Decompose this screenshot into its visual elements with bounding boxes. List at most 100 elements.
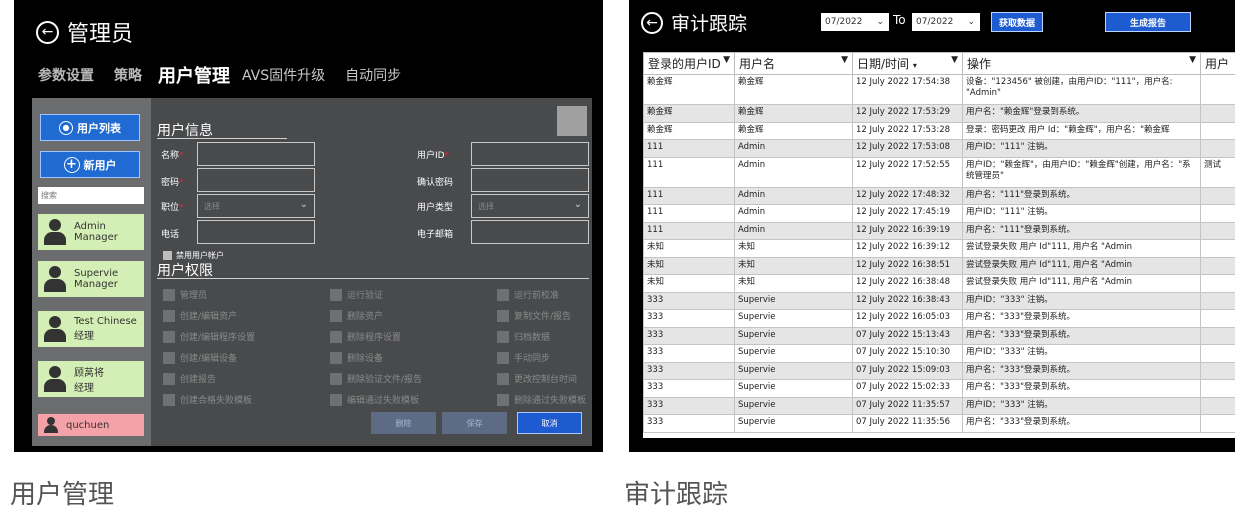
- permission-checkbox[interactable]: [163, 373, 175, 385]
- permission-item[interactable]: 创建/编辑资产: [163, 309, 237, 322]
- user-photo-placeholder[interactable]: [557, 106, 587, 136]
- new-user-button[interactable]: + 新用户: [40, 151, 140, 178]
- permission-checkbox[interactable]: [163, 394, 175, 406]
- disable-account-checkbox[interactable]: [163, 251, 172, 260]
- phone-input[interactable]: [197, 220, 315, 244]
- user-card-test-chinese[interactable]: Test Chinese 经理: [38, 311, 144, 347]
- user-card-4[interactable]: 顾莴将 经理: [38, 361, 144, 397]
- permission-item[interactable]: 手动同步: [497, 351, 550, 364]
- confirm-password-input[interactable]: [471, 168, 589, 192]
- back-arrow-icon[interactable]: ←: [641, 12, 663, 34]
- permission-item[interactable]: 删除设备: [330, 351, 383, 364]
- table-row[interactable]: 333Supervie07 July 2022 11:35:57用户ID："33…: [644, 397, 1235, 415]
- column-header-action[interactable]: 操作▼: [963, 53, 1201, 75]
- position-select[interactable]: 选择 ⌄: [197, 194, 315, 218]
- column-header-username[interactable]: 用户名▼: [735, 53, 853, 75]
- tab-user-management[interactable]: 用户管理: [158, 62, 230, 88]
- table-row[interactable]: 333Supervie07 July 2022 15:02:33用户名："333…: [644, 380, 1235, 398]
- tab-avs-firmware[interactable]: AVS固件升级: [242, 65, 325, 85]
- filter-icon[interactable]: ▼: [1189, 55, 1196, 65]
- permission-item[interactable]: 删除验证文件/报告: [330, 372, 422, 385]
- table-cell: Admin: [735, 157, 853, 187]
- table-cell: 用户ID："333" 注销。: [963, 397, 1201, 415]
- name-input[interactable]: [197, 142, 315, 166]
- permission-checkbox[interactable]: [497, 310, 509, 322]
- table-cell: [1201, 415, 1235, 433]
- permission-checkbox[interactable]: [330, 310, 342, 322]
- table-row[interactable]: 111Admin12 July 2022 17:53:08用户ID："111" …: [644, 140, 1235, 158]
- permission-checkbox[interactable]: [163, 352, 175, 364]
- back-arrow-icon[interactable]: ←: [36, 21, 59, 44]
- permission-item[interactable]: 删除程序设置: [330, 330, 401, 343]
- fetch-data-button[interactable]: 获取数据: [991, 12, 1043, 32]
- table-row[interactable]: 111Admin12 July 2022 17:52:55用户ID："赖金辉"，…: [644, 157, 1235, 187]
- user-card-quchuen[interactable]: quchuen: [38, 414, 144, 436]
- table-row[interactable]: 333Supervie12 July 2022 16:05:03用户名："333…: [644, 310, 1235, 328]
- generate-report-button[interactable]: 生成报告: [1105, 12, 1191, 32]
- permission-item[interactable]: 编辑通过失败模板: [330, 393, 419, 406]
- permission-checkbox[interactable]: [497, 331, 509, 343]
- table-row[interactable]: 赖金辉赖金辉12 July 2022 17:54:38设备："123456" 被…: [644, 75, 1235, 105]
- password-input[interactable]: [197, 168, 315, 192]
- permission-checkbox[interactable]: [163, 310, 175, 322]
- date-to-select[interactable]: 07/2022 ⌄: [912, 13, 980, 31]
- filter-icon[interactable]: ▼: [841, 55, 848, 65]
- table-row[interactable]: 333Supervie07 July 2022 15:10:30用户ID："33…: [644, 345, 1235, 363]
- permission-checkbox[interactable]: [497, 394, 509, 406]
- delete-button[interactable]: 删除: [371, 412, 436, 434]
- table-row[interactable]: 333Supervie07 July 2022 15:13:43用户名："333…: [644, 327, 1235, 345]
- filter-icon[interactable]: ▼: [723, 55, 730, 65]
- tab-auto-sync[interactable]: 自动同步: [345, 65, 401, 85]
- email-input[interactable]: [471, 220, 589, 244]
- permission-checkbox[interactable]: [330, 352, 342, 364]
- tab-parameter-settings[interactable]: 参数设置: [38, 65, 94, 85]
- table-row[interactable]: 333Supervie12 July 2022 16:38:43用户ID："33…: [644, 292, 1235, 310]
- permission-item[interactable]: 删除通过失败模板: [497, 393, 586, 406]
- user-type-select[interactable]: 选择 ⌄: [471, 194, 589, 218]
- permission-item[interactable]: 创建合格失败模板: [163, 393, 252, 406]
- permission-item[interactable]: 创建/编辑程序设置: [163, 330, 255, 343]
- permission-item[interactable]: 创建报告: [163, 372, 216, 385]
- table-row[interactable]: 未知未知12 July 2022 16:39:12尝试登录失败 用户 Id"11…: [644, 240, 1235, 258]
- user-card-admin[interactable]: Admin Manager: [38, 214, 144, 250]
- permission-item[interactable]: 更改控制台时间: [497, 372, 577, 385]
- save-button[interactable]: 保存: [442, 412, 507, 434]
- user-card-supervie[interactable]: Supervie Manager: [38, 261, 144, 297]
- permission-checkbox[interactable]: [497, 373, 509, 385]
- permission-checkbox[interactable]: [163, 289, 175, 301]
- permission-item[interactable]: 运行前校准: [497, 288, 559, 301]
- permission-checkbox[interactable]: [497, 289, 509, 301]
- table-cell: 12 July 2022 17:53:28: [853, 122, 963, 140]
- permission-checkbox[interactable]: [330, 373, 342, 385]
- permission-item[interactable]: 复制文件/报告: [497, 309, 571, 322]
- table-row[interactable]: 未知未知12 July 2022 16:38:51尝试登录失败 用户 Id"11…: [644, 257, 1235, 275]
- column-header-datetime[interactable]: 日期/时间 ▾▼: [853, 53, 963, 75]
- column-header-user[interactable]: 用户: [1201, 53, 1235, 75]
- permission-checkbox[interactable]: [497, 352, 509, 364]
- table-row[interactable]: 未知未知12 July 2022 16:38:48尝试登录失败 用户 Id"11…: [644, 275, 1235, 293]
- table-row[interactable]: 111Admin12 July 2022 17:48:32用户名："111"登录…: [644, 187, 1235, 205]
- table-row[interactable]: 赖金辉赖金辉12 July 2022 17:53:29用户名："赖金辉"登录到系…: [644, 105, 1235, 123]
- userid-input[interactable]: [471, 142, 589, 166]
- permission-item[interactable]: 创建/编辑设备: [163, 351, 237, 364]
- permission-item[interactable]: 管理员: [163, 288, 207, 301]
- permission-checkbox[interactable]: [330, 289, 342, 301]
- permission-checkbox[interactable]: [330, 331, 342, 343]
- user-search-input[interactable]: 搜索: [38, 187, 144, 204]
- column-header-login-id[interactable]: 登录的用户ID▼: [644, 53, 735, 75]
- table-row[interactable]: 333Supervie07 July 2022 11:35:56用户名："333…: [644, 415, 1235, 433]
- table-row[interactable]: 111Admin12 July 2022 16:39:19用户名："111"登录…: [644, 222, 1235, 240]
- tab-policy[interactable]: 策略: [114, 65, 142, 85]
- permission-checkbox[interactable]: [163, 331, 175, 343]
- filter-icon[interactable]: ▼: [951, 55, 958, 65]
- permission-item[interactable]: 归档数据: [497, 330, 550, 343]
- date-from-select[interactable]: 07/2022 ⌄: [821, 13, 889, 31]
- cancel-button[interactable]: 取消: [517, 412, 582, 434]
- table-row[interactable]: 333Supervie07 July 2022 15:09:03用户名："333…: [644, 362, 1235, 380]
- permission-item[interactable]: 运行验证: [330, 288, 383, 301]
- permission-checkbox[interactable]: [330, 394, 342, 406]
- permission-item[interactable]: 删除资产: [330, 309, 383, 322]
- table-row[interactable]: 赖金辉赖金辉12 July 2022 17:53:28登录：密码更改 用户 Id…: [644, 122, 1235, 140]
- user-list-button[interactable]: ● 用户列表: [40, 114, 140, 141]
- table-row[interactable]: 111Admin12 July 2022 17:45:19用户ID："111" …: [644, 205, 1235, 223]
